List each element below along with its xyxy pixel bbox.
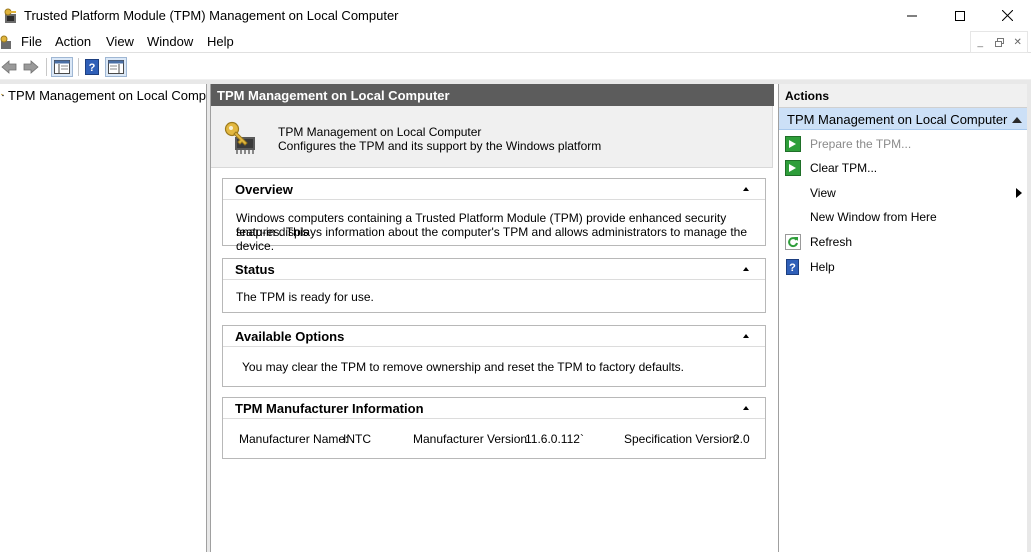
available-options-title: Available Options — [235, 329, 345, 344]
green-arrow-icon — [785, 160, 801, 176]
action-pane-icon — [108, 60, 124, 74]
close-icon — [1001, 10, 1013, 21]
menu-view[interactable]: View — [104, 34, 136, 49]
specification-version-label: Specification Version: — [624, 432, 739, 446]
mdi-minimize-icon[interactable]: _ — [971, 32, 990, 52]
action-help[interactable]: ? Help — [779, 255, 1027, 279]
manufacturer-section-header[interactable]: TPM Manufacturer Information — [223, 398, 765, 419]
collapse-up-icon[interactable] — [741, 184, 751, 194]
collapse-up-icon[interactable] — [741, 403, 751, 413]
status-title: Status — [235, 262, 275, 277]
results-pane-header: TPM Management on Local Computer — [211, 84, 774, 106]
tpm-app-icon — [4, 8, 16, 23]
action-clear-tpm-label: Clear TPM... — [810, 161, 878, 175]
tpm-key-chip-icon — [1, 93, 4, 97]
manufacturer-name-label: Manufacturer Name: — [239, 432, 349, 446]
refresh-icon — [785, 234, 801, 250]
minimize-icon — [907, 15, 917, 16]
status-section-header[interactable]: Status — [223, 259, 765, 280]
collapse-up-icon[interactable] — [741, 331, 751, 341]
manufacturer-section: TPM Manufacturer Information Manufacture… — [222, 397, 766, 459]
action-new-window[interactable]: New Window from Here — [779, 205, 1027, 229]
help-icon: ? — [786, 259, 799, 275]
overview-text-line-2: snap-in displays information about the c… — [236, 225, 747, 253]
svg-text:?: ? — [89, 62, 96, 74]
action-new-window-label: New Window from Here — [810, 210, 937, 224]
overview-section: Overview Windows computers containing a … — [222, 178, 766, 253]
toolbar: ? — [0, 54, 1031, 80]
actions-header: Actions — [779, 84, 1027, 108]
snapin-intro: TPM Management on Local Computer Configu… — [211, 106, 773, 168]
show-hide-console-tree-button[interactable] — [51, 57, 73, 77]
action-refresh[interactable]: Refresh — [779, 230, 1027, 254]
help-toolbar-button[interactable]: ? — [83, 57, 101, 77]
manufacturer-title: TPM Manufacturer Information — [235, 401, 424, 416]
menu-window[interactable]: Window — [145, 34, 195, 49]
tree-item-tpm-management[interactable]: TPM Management on Local Comp — [0, 85, 206, 105]
manufacturer-version-label: Manufacturer Version: — [413, 432, 531, 446]
tree-item-label: TPM Management on Local Comp — [8, 87, 206, 103]
mdi-close-icon[interactable]: ✕ — [1008, 32, 1027, 52]
collapse-up-icon[interactable] — [741, 264, 751, 274]
green-arrow-icon — [785, 136, 801, 152]
menu-bar: File Action View Window Help _ ✕ — [0, 31, 1031, 53]
console-tree-icon — [54, 60, 70, 74]
status-section: Status The TPM is ready for use. — [222, 258, 766, 313]
menu-action[interactable]: Action — [53, 34, 93, 49]
mdi-window-controls: _ ✕ — [970, 31, 1028, 53]
right-window-edge — [1027, 84, 1031, 552]
actions-pane: Actions TPM Management on Local Computer… — [778, 84, 1027, 552]
title-bar: Trusted Platform Module (TPM) Management… — [0, 0, 1031, 31]
close-button[interactable] — [984, 0, 1030, 31]
minimize-button[interactable] — [889, 0, 935, 31]
manufacturer-name-value: INTC — [343, 432, 371, 446]
back-button[interactable] — [0, 57, 18, 77]
mdi-restore-icon[interactable] — [990, 32, 1009, 52]
toolbar-separator — [46, 58, 47, 76]
actions-group-label: TPM Management on Local Computer — [787, 112, 1008, 127]
maximize-button[interactable] — [937, 0, 983, 31]
console-tree-pane: TPM Management on Local Comp — [0, 84, 207, 552]
window-title: Trusted Platform Module (TPM) Management… — [24, 8, 399, 23]
submenu-arrow-icon — [1016, 188, 1022, 198]
svg-text:?: ? — [789, 262, 796, 274]
status-text: The TPM is ready for use. — [236, 290, 374, 304]
collapse-up-icon[interactable] — [1012, 116, 1022, 123]
results-pane: TPM Management on Local Computer TPM Man… — [210, 84, 774, 552]
action-view[interactable]: View — [779, 181, 1027, 205]
show-hide-action-pane-button[interactable] — [105, 57, 127, 77]
actions-group-tpm-management[interactable]: TPM Management on Local Computer — [779, 108, 1027, 130]
toolbar-separator — [78, 58, 79, 76]
system-menu-icon[interactable] — [0, 34, 14, 50]
available-options-section-header[interactable]: Available Options — [223, 326, 765, 347]
overview-section-header[interactable]: Overview — [223, 179, 765, 200]
back-arrow-icon — [1, 60, 17, 74]
action-clear-tpm[interactable]: Clear TPM... — [779, 156, 1027, 180]
forward-arrow-icon — [23, 60, 39, 74]
intro-description: Configures the TPM and its support by th… — [278, 139, 602, 153]
menu-file[interactable]: File — [19, 34, 44, 49]
forward-button[interactable] — [21, 57, 41, 77]
help-book-icon: ? — [85, 59, 99, 75]
action-refresh-label: Refresh — [810, 235, 853, 249]
results-pane-body: TPM Management on Local Computer Configu… — [211, 106, 774, 552]
available-options-section: Available Options You may clear the TPM … — [222, 325, 766, 387]
maximize-icon — [955, 10, 965, 21]
specification-version-value: 2.0 — [733, 432, 750, 446]
manufacturer-version-value: 11.6.0.112` — [525, 432, 584, 446]
action-prepare-tpm[interactable]: Prepare the TPM... — [779, 132, 1027, 156]
tpm-key-chip-large-icon — [224, 121, 255, 154]
action-prepare-tpm-label: Prepare the TPM... — [810, 137, 912, 151]
available-options-text: You may clear the TPM to remove ownershi… — [242, 360, 684, 374]
overview-title: Overview — [235, 182, 293, 197]
action-help-label: Help — [810, 260, 835, 274]
action-view-label: View — [810, 186, 836, 200]
menu-help[interactable]: Help — [205, 34, 236, 49]
intro-title: TPM Management on Local Computer — [278, 125, 482, 139]
